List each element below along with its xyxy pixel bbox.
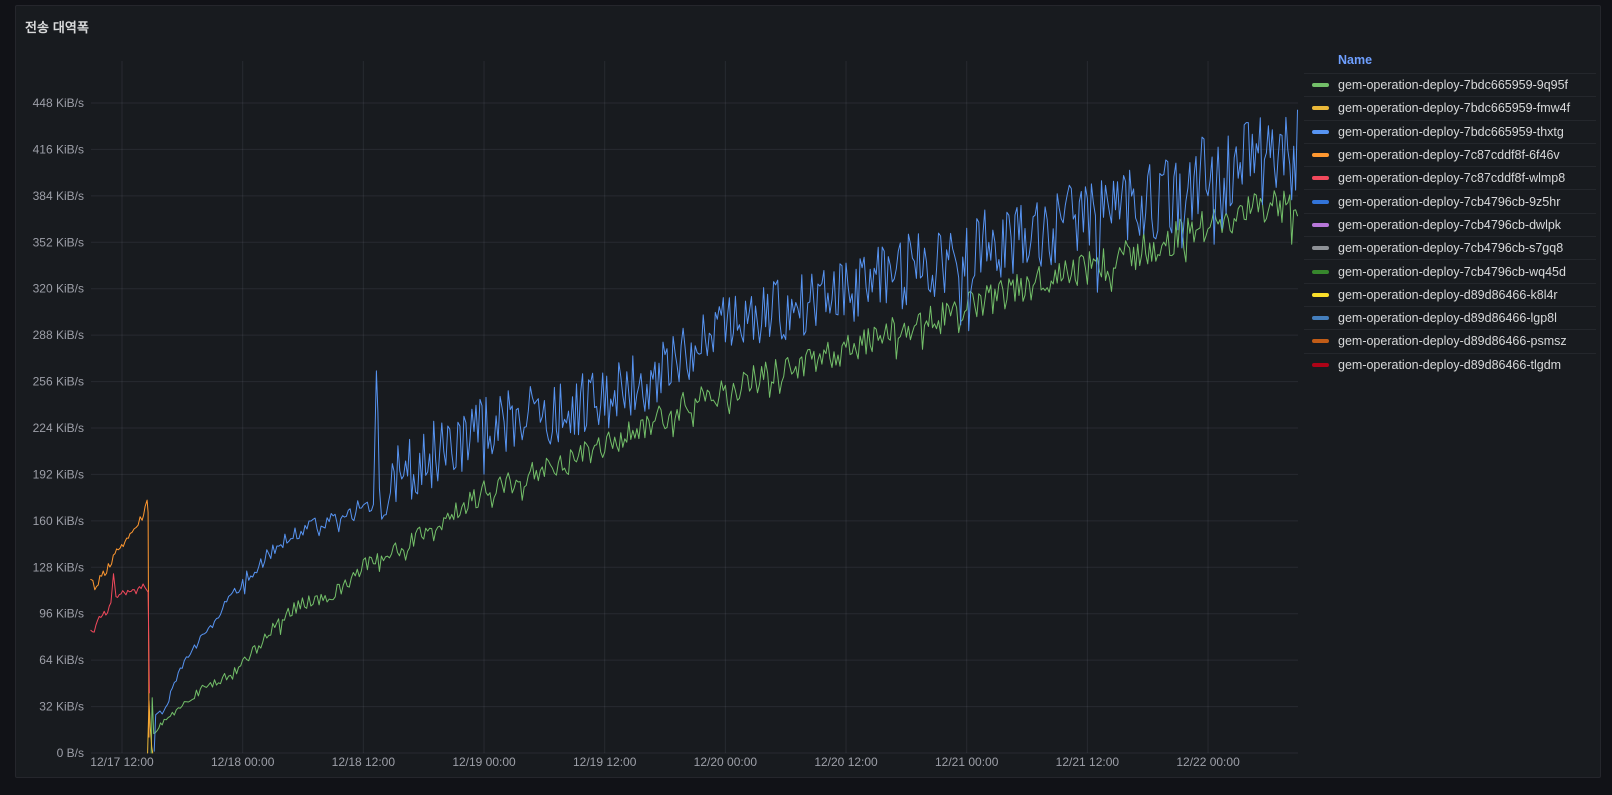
panel-title[interactable]: 전송 대역폭 xyxy=(25,17,89,36)
series-color-swatch[interactable] xyxy=(1312,176,1329,180)
x-axis-tick-label: 12/22 00:00 xyxy=(1176,755,1240,769)
legend-item-label: gem-operation-deploy-7bdc665959-fmw4f xyxy=(1338,101,1570,115)
series-color-swatch[interactable] xyxy=(1312,223,1329,227)
legend-header-name[interactable]: Name xyxy=(1304,46,1596,73)
series-color-swatch[interactable] xyxy=(1312,316,1329,320)
grafana-panel: 전송 대역폭 0 B/s 32 KiB/s 64 KiB/s 96 KiB/s 128 … xyxy=(15,5,1601,778)
series-color-swatch[interactable] xyxy=(1312,246,1329,250)
x-axis-tick-label: 12/18 12:00 xyxy=(332,755,396,769)
series-line-gem-operation-deploy-7bdc665959-9q95f xyxy=(151,191,1297,753)
legend-item-label: gem-operation-deploy-7cb4796cb-dwlpk xyxy=(1338,218,1561,232)
y-axis-tick-label: 160 KiB/s xyxy=(33,514,84,528)
legend-item-label: gem-operation-deploy-7bdc665959-thxtg xyxy=(1338,125,1564,139)
legend-item-label: gem-operation-deploy-7c87cddf8f-wlmp8 xyxy=(1338,171,1565,185)
series-color-swatch[interactable] xyxy=(1312,363,1329,367)
y-axis-tick-label: 128 KiB/s xyxy=(33,560,84,574)
y-axis-tick-label: 96 KiB/s xyxy=(39,607,84,621)
legend-item[interactable]: gem-operation-deploy-7cb4796cb-wq45d xyxy=(1304,259,1596,282)
series-color-swatch[interactable] xyxy=(1312,83,1329,87)
y-axis-tick-label: 192 KiB/s xyxy=(33,467,84,481)
series-line-gem-operation-deploy-7c87cddf8f-wlmp8 xyxy=(91,574,150,693)
y-axis-tick-label: 0 B/s xyxy=(57,746,84,760)
x-axis-tick-label: 12/20 12:00 xyxy=(814,755,878,769)
x-axis-tick-label: 12/20 00:00 xyxy=(694,755,758,769)
legend-rows: gem-operation-deploy-7bdc665959-9q95f gem… xyxy=(1304,73,1596,376)
legend-item-label: gem-operation-deploy-d89d86466-psmsz xyxy=(1338,334,1567,348)
legend-item-label: gem-operation-deploy-7bdc665959-9q95f xyxy=(1338,78,1568,92)
legend-item-label: gem-operation-deploy-d89d86466-tlgdm xyxy=(1338,358,1561,372)
y-axis-tick-label: 288 KiB/s xyxy=(33,328,84,342)
x-axis-tick-label: 12/19 00:00 xyxy=(452,755,516,769)
legend-item-label: gem-operation-deploy-d89d86466-lgp8l xyxy=(1338,311,1557,325)
x-axis-tick-label: 12/17 12:00 xyxy=(90,755,154,769)
y-axis-tick-label: 64 KiB/s xyxy=(39,653,84,667)
y-axis-tick-label: 448 KiB/s xyxy=(33,96,84,110)
legend-item[interactable]: gem-operation-deploy-d89d86466-lgp8l xyxy=(1304,306,1596,329)
y-axis-tick-label: 224 KiB/s xyxy=(33,421,84,435)
series-color-swatch[interactable] xyxy=(1312,106,1329,110)
y-axis-tick-label: 256 KiB/s xyxy=(33,375,84,389)
legend-item[interactable]: gem-operation-deploy-7c87cddf8f-6f46v xyxy=(1304,143,1596,166)
y-axis-tick-label: 416 KiB/s xyxy=(33,142,84,156)
series-color-swatch[interactable] xyxy=(1312,200,1329,204)
legend-item[interactable]: gem-operation-deploy-7cb4796cb-9z5hr xyxy=(1304,189,1596,212)
y-axis-tick-label: 384 KiB/s xyxy=(33,189,84,203)
legend-item-label: gem-operation-deploy-7cb4796cb-9z5hr xyxy=(1338,195,1560,209)
legend-item[interactable]: gem-operation-deploy-7bdc665959-fmw4f xyxy=(1304,96,1596,119)
legend-item[interactable]: gem-operation-deploy-d89d86466-tlgdm xyxy=(1304,353,1596,376)
series-color-swatch[interactable] xyxy=(1312,153,1329,157)
legend-item[interactable]: gem-operation-deploy-7cb4796cb-dwlpk xyxy=(1304,213,1596,236)
legend-item[interactable]: gem-operation-deploy-7cb4796cb-s7gq8 xyxy=(1304,236,1596,259)
legend-item-label: gem-operation-deploy-d89d86466-k8l4r xyxy=(1338,288,1558,302)
legend-item[interactable]: gem-operation-deploy-7bdc665959-9q95f xyxy=(1304,73,1596,96)
legend-item-label: gem-operation-deploy-7cb4796cb-s7gq8 xyxy=(1338,241,1563,255)
legend-item[interactable]: gem-operation-deploy-7bdc665959-thxtg xyxy=(1304,120,1596,143)
series-line-gem-operation-deploy-7c87cddf8f-6f46v xyxy=(91,500,149,737)
y-axis-tick-label: 32 KiB/s xyxy=(39,700,84,714)
x-axis-tick-label: 12/21 12:00 xyxy=(1056,755,1120,769)
legend-item[interactable]: gem-operation-deploy-d89d86466-psmsz xyxy=(1304,329,1596,352)
series-color-swatch[interactable] xyxy=(1312,130,1329,134)
x-axis-tick-label: 12/18 00:00 xyxy=(211,755,275,769)
y-axis-tick-label: 320 KiB/s xyxy=(33,282,84,296)
y-axis-tick-label: 352 KiB/s xyxy=(33,235,84,249)
legend-item-label: gem-operation-deploy-7c87cddf8f-6f46v xyxy=(1338,148,1560,162)
x-axis-tick-label: 12/19 12:00 xyxy=(573,755,637,769)
legend-item[interactable]: gem-operation-deploy-d89d86466-k8l4r xyxy=(1304,283,1596,306)
series-color-swatch[interactable] xyxy=(1312,270,1329,274)
series-color-swatch[interactable] xyxy=(1312,293,1329,297)
legend-item[interactable]: gem-operation-deploy-7c87cddf8f-wlmp8 xyxy=(1304,166,1596,189)
legend: Name gem-operation-deploy-7bdc665959-9q9… xyxy=(1304,46,1596,376)
series-color-swatch[interactable] xyxy=(1312,339,1329,343)
x-axis-tick-label: 12/21 00:00 xyxy=(935,755,999,769)
legend-item-label: gem-operation-deploy-7cb4796cb-wq45d xyxy=(1338,265,1566,279)
